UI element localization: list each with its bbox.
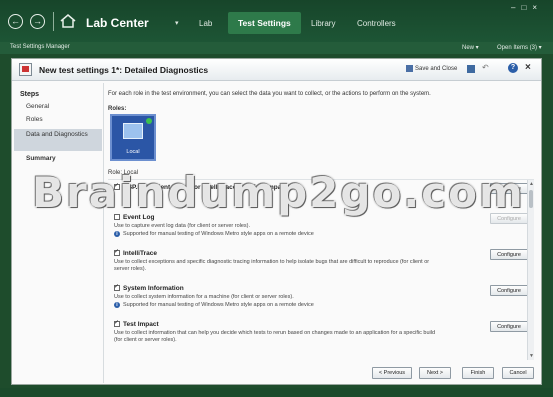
adapter-checkbox[interactable]: [114, 214, 120, 221]
bottom-strip: [0, 388, 553, 397]
steps-title: Steps: [20, 91, 40, 98]
configure-button[interactable]: Configure: [490, 321, 528, 332]
previous-button[interactable]: < Previous: [372, 367, 412, 379]
adapter-note: i Supported for manual testing of Windows…: [114, 302, 514, 308]
document-icon: [19, 63, 32, 76]
step-roles[interactable]: Roles: [26, 116, 43, 123]
step-general[interactable]: General: [26, 103, 49, 110]
test-settings-window: New test settings 1*: Detailed Diagnosti…: [11, 58, 542, 385]
adapter-name: Test Impact: [123, 321, 159, 328]
selected-role-label: Role: Local: [108, 170, 139, 176]
app-menu-dropdown[interactable]: ▾: [175, 19, 179, 27]
adapter-note-text: Supported for manual testing of Windows …: [123, 302, 314, 308]
forward-icon[interactable]: →: [30, 14, 45, 29]
home-icon[interactable]: [60, 14, 76, 28]
configure-button[interactable]: Configure: [490, 249, 528, 260]
adapter-item: ASP.NET Client Proxy for IntelliTrace an…: [114, 182, 514, 191]
adapter-item: System Information Use to collect system…: [114, 283, 514, 308]
sub-bar: Test Settings Manager New ▾ Open Items (…: [0, 42, 553, 54]
app-title: Lab Center: [86, 16, 149, 30]
adapter-description: Use to capture event log data (for clien…: [114, 223, 251, 229]
tab-controllers[interactable]: Controllers: [357, 19, 396, 28]
role-tile-local[interactable]: Local: [110, 114, 156, 161]
adapter-description: Use to collect system information for a …: [114, 294, 294, 300]
next-button[interactable]: Next >: [419, 367, 451, 379]
adapter-name: System Information: [123, 285, 184, 292]
info-icon: i: [114, 302, 120, 308]
divider: [53, 12, 54, 31]
adapter-checkbox[interactable]: [114, 182, 120, 191]
scroll-thumb[interactable]: [529, 190, 533, 208]
back-icon[interactable]: ←: [8, 14, 23, 29]
role-tile-label: Local: [126, 149, 140, 155]
scroll-up-icon[interactable]: ▲: [529, 181, 534, 187]
step-data-and-diagnostics[interactable]: Data and Diagnostics: [14, 129, 102, 151]
scroll-down-icon[interactable]: ▼: [529, 353, 534, 359]
adapter-checkbox[interactable]: [114, 283, 120, 292]
close-icon[interactable]: ×: [525, 62, 531, 73]
tab-lab[interactable]: Lab: [199, 19, 212, 28]
adapter-checkbox[interactable]: [114, 319, 120, 328]
undo-icon[interactable]: ↶: [482, 63, 489, 72]
step-summary[interactable]: Summary: [26, 155, 56, 162]
adapter-checkbox[interactable]: [114, 248, 120, 257]
tab-library[interactable]: Library: [311, 19, 335, 28]
vertical-scrollbar[interactable]: ▲ ▼: [527, 180, 534, 360]
content-pane: For each role in the test environment, y…: [108, 83, 538, 383]
save-icon: [406, 65, 413, 72]
roles-label: Roles:: [108, 106, 127, 112]
tab-test-settings[interactable]: Test Settings: [228, 12, 301, 34]
new-menu[interactable]: New ▾: [462, 44, 479, 51]
adapter-note: i Supported for manual testing of Windows…: [114, 231, 514, 237]
adapter-description: Use to collect information that can help…: [114, 330, 436, 343]
cancel-button[interactable]: Cancel: [502, 367, 534, 379]
adapter-name: Event Log: [123, 214, 155, 221]
adapter-description: Use to collect exceptions and specific d…: [114, 259, 430, 272]
adapter-item: Test Impact Use to collect information t…: [114, 319, 514, 344]
status-badge: [146, 118, 152, 124]
adapter-name: IntelliTrace: [123, 250, 157, 257]
info-icon: i: [114, 231, 120, 237]
steps-sidebar: Steps General Roles Data and Diagnostics…: [14, 83, 104, 383]
adapter-item: Event Log Use to capture event log data …: [114, 214, 514, 237]
diagnostic-adapter-list: ASP.NET Client Proxy for IntelliTrace an…: [108, 179, 534, 360]
save-and-close-label: Save and Close: [415, 66, 458, 73]
adapter-name: ASP.NET Client Proxy for IntelliTrace an…: [123, 184, 288, 191]
subbar-title: Test Settings Manager: [10, 44, 70, 50]
finish-button[interactable]: Finish: [462, 367, 494, 379]
window-title: New test settings 1*: Detailed Diagnosti…: [39, 65, 209, 75]
window-header: New test settings 1*: Detailed Diagnosti…: [12, 59, 541, 81]
save-and-close-button[interactable]: Save and Close: [406, 65, 457, 72]
adapter-item: IntelliTrace Use to collect exceptions a…: [114, 248, 514, 273]
title-bar: ← → Lab Center ▾ Lab Test Settings Libra…: [0, 0, 553, 42]
configure-button[interactable]: Configure: [490, 213, 528, 224]
computer-icon: [123, 123, 143, 139]
window-controls[interactable]: –□×: [511, 3, 543, 12]
open-items-menu[interactable]: Open Items (3) ▾: [497, 44, 542, 51]
configure-button[interactable]: Configure: [490, 183, 528, 194]
help-icon[interactable]: ?: [508, 63, 518, 73]
intro-text: For each role in the test environment, y…: [108, 91, 431, 97]
save-icon[interactable]: [467, 65, 475, 73]
adapter-note-text: Supported for manual testing of Windows …: [123, 231, 314, 237]
configure-button[interactable]: Configure: [490, 285, 528, 296]
